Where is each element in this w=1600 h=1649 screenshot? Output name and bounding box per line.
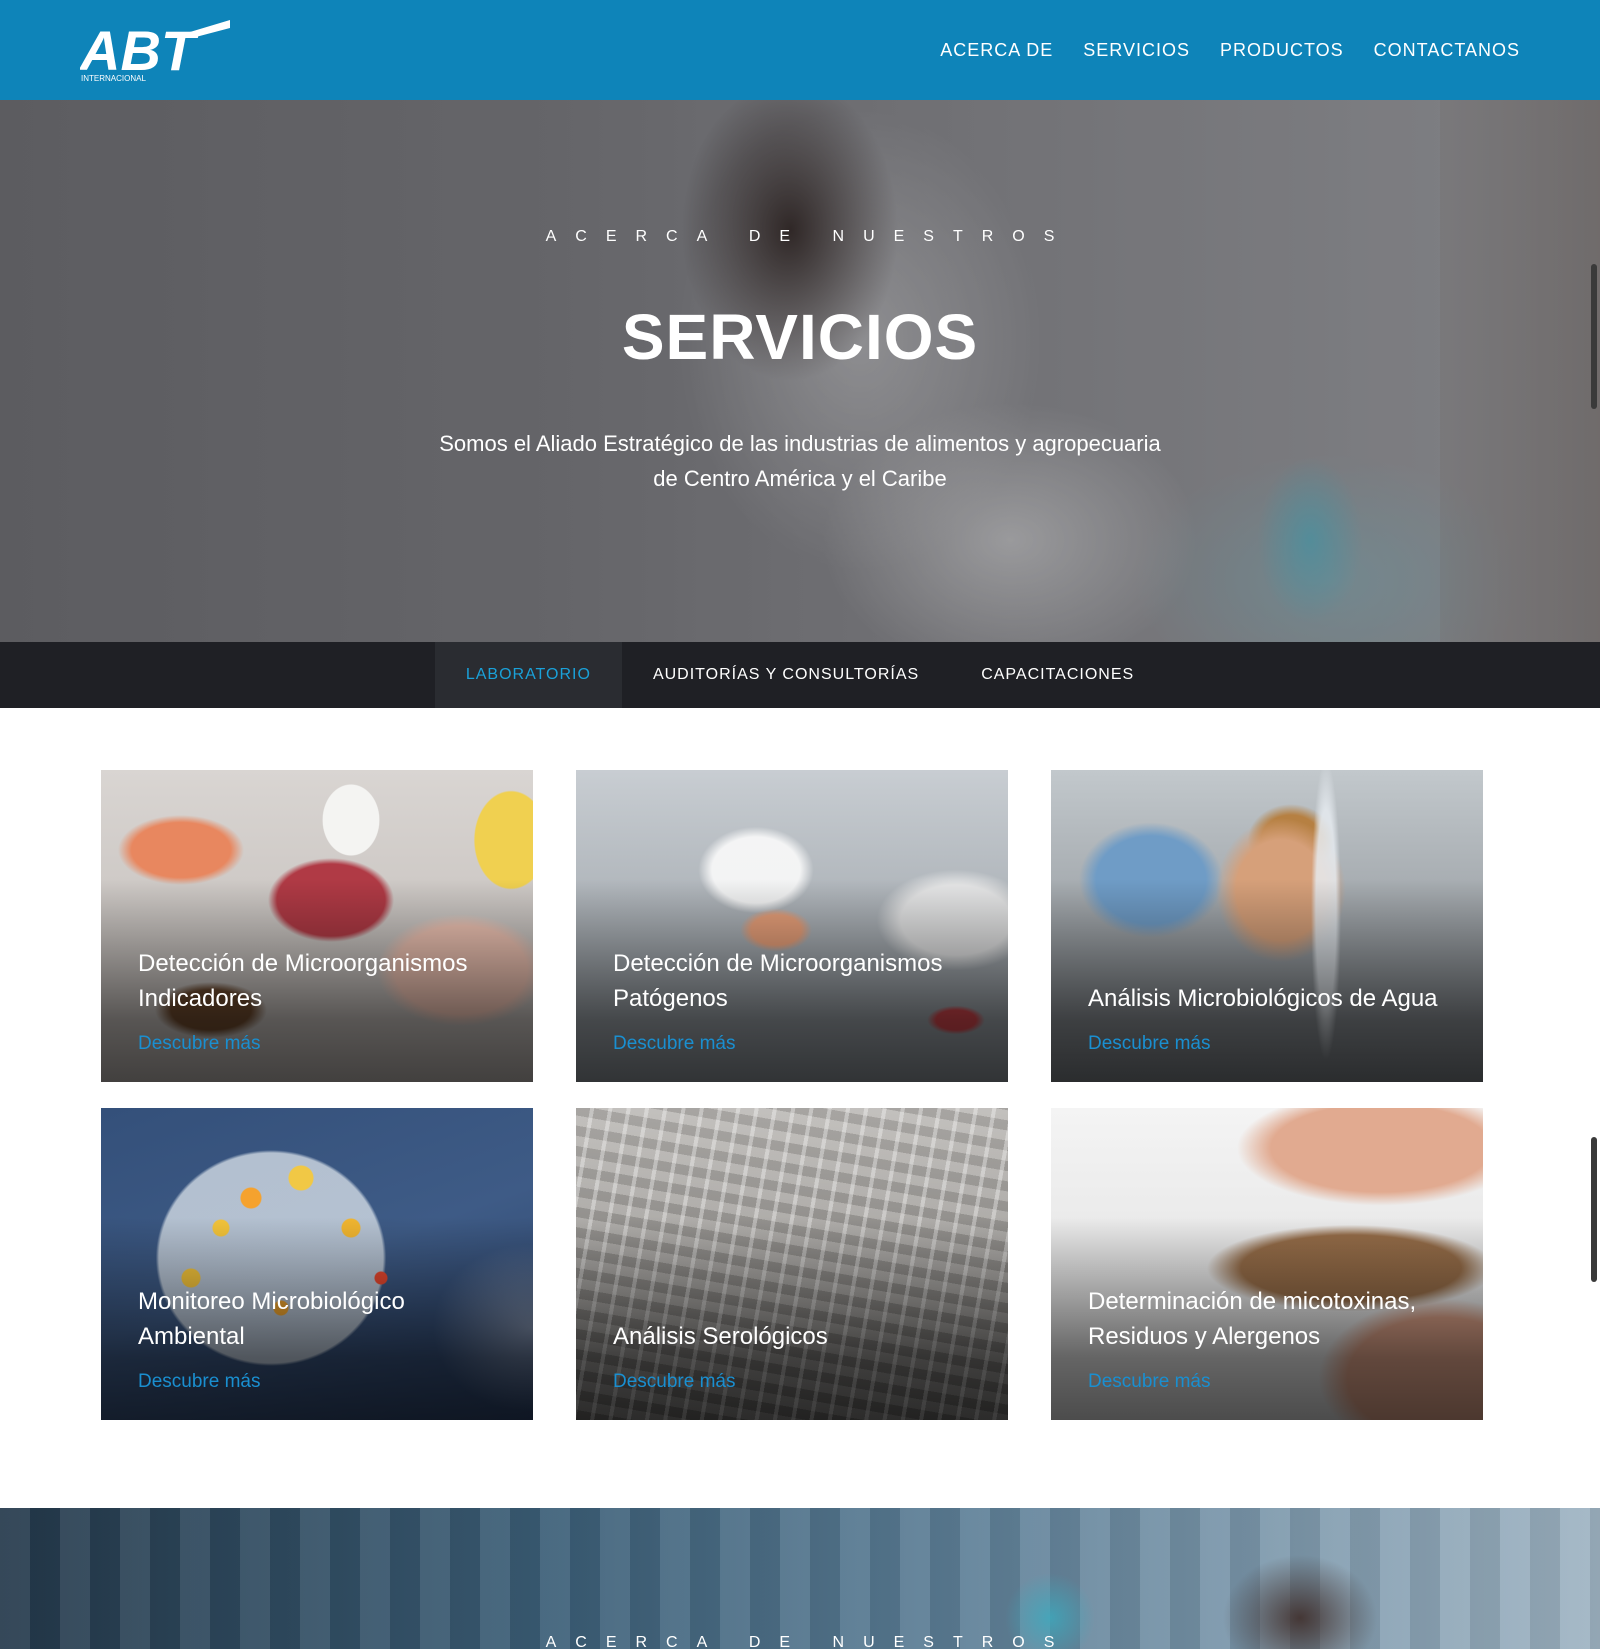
svg-text:ABT: ABT [80, 19, 200, 82]
service-card[interactable]: Determinación de micotoxinas, Residuos y… [1051, 1108, 1483, 1420]
descubre-mas-link[interactable]: Descubre más [1088, 1371, 1211, 1393]
hero-kicker: ACERCA DE NUESTROS [545, 228, 1074, 245]
descubre-mas-link[interactable]: Descubre más [613, 1371, 736, 1393]
hero-subtitle-line-2: de Centro América y el Caribe [653, 466, 947, 491]
band-kicker: ACERCA DE NUESTROS [545, 1634, 1074, 1649]
abt-logo[interactable]: ABT INTERNACIONAL [80, 18, 232, 84]
card-title: Detección de Microorganismos Indicadores [138, 950, 468, 1012]
nav-acerca-de[interactable]: ACERCA DE [940, 40, 1053, 61]
descubre-mas-link[interactable]: Descubre más [1088, 1033, 1211, 1055]
card-title: Análisis Microbiológicos de Agua [1088, 985, 1438, 1012]
service-card[interactable]: Análisis Microbiológicos de Agua Descubr… [1051, 770, 1483, 1082]
nav-productos[interactable]: PRODUCTOS [1220, 40, 1344, 61]
descubre-mas-link[interactable]: Descubre más [138, 1371, 261, 1393]
second-hero-band [0, 1508, 1600, 1649]
service-card[interactable]: Análisis Serológicos Descubre más [576, 1108, 1008, 1420]
service-card[interactable]: Detección de Microorganismos Patógenos D… [576, 770, 1008, 1082]
services-tabs: LABORATORIO AUDITORÍAS Y CONSULTORÍAS CA… [0, 642, 1600, 708]
top-navigation-bar: ABT INTERNACIONAL ACERCA DE SERVICIOS PR… [0, 0, 1600, 100]
service-cards-grid: Detección de Microorganismos Indicadores… [101, 770, 1484, 1420]
nav-contactanos[interactable]: CONTACTANOS [1374, 40, 1520, 61]
service-card[interactable]: Detección de Microorganismos Indicadores… [101, 770, 533, 1082]
main-nav: ACERCA DE SERVICIOS PRODUCTOS CONTACTANO… [940, 0, 1520, 100]
tab-laboratorio[interactable]: LABORATORIO [434, 642, 622, 708]
tab-auditorias-consultorias[interactable]: AUDITORÍAS Y CONSULTORÍAS [622, 642, 950, 708]
svg-text:INTERNACIONAL: INTERNACIONAL [81, 74, 146, 83]
descubre-mas-link[interactable]: Descubre más [613, 1033, 736, 1055]
tab-capacitaciones[interactable]: CAPACITACIONES [950, 642, 1165, 708]
card-title: Determinación de micotoxinas, Residuos y… [1088, 1288, 1417, 1350]
service-card[interactable]: Monitoreo Microbiológico Ambiental Descu… [101, 1108, 533, 1420]
card-title: Análisis Serológicos [613, 1323, 828, 1350]
descubre-mas-link[interactable]: Descubre más [138, 1033, 261, 1055]
hero-subtitle-line-1: Somos el Aliado Estratégico de las indus… [439, 431, 1161, 456]
card-title: Detección de Microorganismos Patógenos [613, 950, 943, 1012]
card-title: Monitoreo Microbiológico Ambiental [138, 1288, 405, 1350]
nav-servicios[interactable]: SERVICIOS [1083, 40, 1190, 61]
scrollbar-thumb[interactable] [1591, 1137, 1597, 1282]
hero-title: SERVICIOS [621, 301, 979, 373]
hero-subtitle: Somos el Aliado Estratégico de las indus… [400, 426, 1200, 496]
